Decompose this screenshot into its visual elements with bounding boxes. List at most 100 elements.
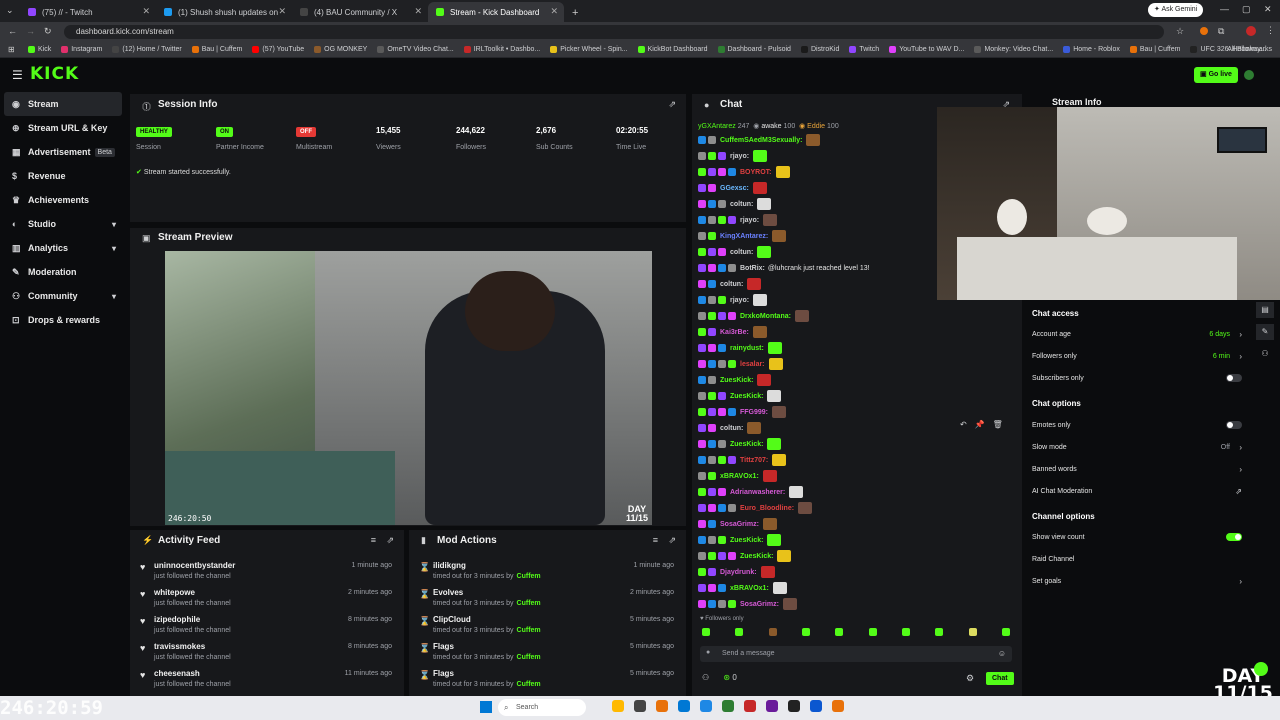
ask-gemini-button[interactable]: ✦ Ask Gemini — [1148, 3, 1204, 17]
browser-tab[interactable]: (75) // - Twitch ✕ — [20, 2, 156, 22]
popout-icon[interactable]: ⇗ — [668, 535, 676, 546]
users-icon[interactable]: ⚇ — [702, 673, 709, 682]
moderator-name[interactable]: Cuffem — [517, 573, 541, 580]
followers-only-row[interactable]: Followers only 6 min › — [1032, 348, 1242, 364]
mod-action-item[interactable]: ⌛ ilidikgng timed out for 3 minutes by Cuff… — [409, 558, 686, 585]
filter-icon[interactable]: ≡ — [653, 535, 658, 545]
mod-target-username[interactable]: Evolves — [433, 588, 463, 597]
activity-username[interactable]: uninnocentbystander — [154, 561, 235, 570]
address-bar[interactable]: dashboard.kick.com/stream — [64, 25, 1164, 39]
bookmark-item[interactable]: Bau | Cuffem — [191, 46, 242, 53]
show-view-count-row[interactable]: Show view count — [1032, 529, 1242, 545]
chat-message[interactable]: CuffemSAedM3Sexually: — [698, 132, 821, 148]
chat-username[interactable]: CuffemSAedM3Sexually: — [720, 137, 802, 144]
chat-message[interactable]: rainydust: — [698, 340, 782, 356]
chat-message[interactable]: ZuesKick: — [698, 532, 782, 548]
emote-icon[interactable] — [935, 628, 944, 636]
bookmark-item[interactable]: Monkey: Video Chat... — [974, 46, 1053, 53]
bookmark-item[interactable]: Twitch — [849, 46, 879, 53]
chat-username[interactable]: xBRAVOx1: — [720, 473, 759, 480]
close-window-icon[interactable]: ✕ — [1264, 4, 1272, 15]
chat-message[interactable]: SosaGrimz: — [698, 596, 797, 612]
taskbar-app-icon[interactable] — [788, 700, 800, 712]
go-live-button[interactable]: ▣ Go live — [1194, 67, 1238, 83]
activity-item[interactable]: ♥ cheesenash just followed the channel 11 m… — [130, 666, 404, 693]
activity-item[interactable]: ♥ izipedophile just followed the channel 8 … — [130, 612, 404, 639]
moderator-name[interactable]: Cuffem — [517, 627, 541, 634]
show-view-count-toggle[interactable] — [1226, 533, 1242, 541]
chat-message[interactable]: rjayo: — [698, 292, 768, 308]
activity-username[interactable]: izipedophile — [154, 615, 200, 624]
emotes-only-row[interactable]: Emotes only — [1032, 417, 1242, 433]
bookmark-item[interactable]: Instagram — [61, 46, 102, 53]
emoji-picker-icon[interactable]: ☺ — [998, 649, 1006, 658]
browser-tab[interactable]: (1) Shush shush updates on ✕ — [156, 2, 292, 22]
emote-icon[interactable] — [835, 628, 844, 636]
stream-video[interactable]: 246:20:50 DAY 11/15 — [165, 251, 652, 525]
mod-target-username[interactable]: Flags — [433, 642, 454, 651]
chat-message[interactable]: Kai3rBe: — [698, 324, 767, 340]
moderator-name[interactable]: Cuffem — [517, 681, 541, 688]
sidebar-item-moderation[interactable]: ✎ Moderation — [0, 260, 126, 284]
chat-message[interactable]: ZuesKick: — [698, 548, 792, 564]
bookmark-item[interactable]: YouTube to WAV D... — [889, 46, 964, 53]
chat-message[interactable]: coltun: — [698, 244, 772, 260]
wrench-rail-icon[interactable]: ✎ — [1256, 324, 1274, 340]
browser-menu-icon[interactable]: ⋮ — [1266, 25, 1275, 36]
taskbar-search[interactable]: ⌕ Search — [498, 699, 586, 716]
emotes-only-toggle[interactable] — [1226, 421, 1242, 429]
chat-input-box[interactable]: ● Send a message ☺ — [700, 646, 1012, 662]
sidebar-item-stream-url-key[interactable]: ⊕ Stream URL & Key — [0, 116, 126, 140]
sidebar-item-advertisement[interactable]: ▦ Advertisement Beta — [0, 140, 126, 164]
chat-message[interactable]: SosaGrimz: — [698, 516, 777, 532]
taskbar-app-icon[interactable] — [766, 700, 778, 712]
taskbar-app-icon[interactable] — [612, 700, 624, 712]
bookmark-item[interactable]: Picker Wheel - Spin... — [550, 46, 628, 53]
bookmark-item[interactable]: (57) YouTube — [252, 46, 304, 53]
pinned-user-name[interactable]: awake — [761, 123, 781, 130]
windows-start-icon[interactable] — [480, 701, 492, 713]
activity-username[interactable]: travissmokes — [154, 642, 205, 651]
back-icon[interactable]: ← — [8, 26, 17, 36]
chat-input-placeholder[interactable]: Send a message — [722, 650, 775, 657]
activity-username[interactable]: cheesenash — [154, 669, 200, 678]
chat-username[interactable]: BOYROT: — [740, 169, 772, 176]
forward-icon[interactable]: → — [26, 26, 35, 36]
chat-message[interactable]: FFG999: — [698, 404, 787, 420]
chat-username[interactable]: SosaGrimz: — [740, 601, 779, 608]
chat-message[interactable]: xBRAVOx1: — [698, 580, 787, 596]
bookmark-item[interactable]: OG MONKEY — [314, 46, 367, 53]
chat-username[interactable]: ZuesKick: — [730, 441, 763, 448]
taskbar-app-icon[interactable] — [634, 700, 646, 712]
chat-message[interactable]: Tittz707: — [698, 452, 787, 468]
chat-username[interactable]: coltun: — [720, 425, 743, 432]
bookmark-item[interactable]: KickBot Dashboard — [637, 46, 708, 53]
popout-icon[interactable]: ⇗ — [668, 99, 676, 110]
bookmark-item[interactable]: OmeTV Video Chat... — [377, 46, 454, 53]
sidebar-item-studio[interactable]: ◐ Studio ▾ — [0, 212, 126, 236]
emote-icon[interactable] — [868, 628, 877, 636]
chat-message[interactable]: Adrianwasherer: — [698, 484, 804, 500]
emote-icon[interactable] — [1001, 628, 1010, 636]
chat-username[interactable]: rjayo: — [730, 153, 749, 160]
chat-username[interactable]: ZuesKick: — [740, 553, 773, 560]
chat-username[interactable]: rainydust: — [730, 345, 764, 352]
filter-icon[interactable]: ≡ — [371, 535, 376, 545]
chat-message[interactable]: coltun: — [698, 196, 772, 212]
chat-message[interactable]: BotRix: @luhcrank just reached level 13! — [698, 260, 870, 276]
mod-target-username[interactable]: ilidikgng — [433, 561, 466, 570]
bookmark-item[interactable]: Bau | Cuffem — [1129, 46, 1180, 53]
chat-message[interactable]: xBRAVOx1: — [698, 468, 777, 484]
chat-username[interactable]: ZuesKick: — [720, 377, 753, 384]
apps-grid-icon[interactable]: ⊞ — [8, 45, 15, 54]
mod-target-username[interactable]: ClipCloud — [433, 615, 471, 624]
bookmark-item[interactable]: IRLToolkit • Dashbo... — [463, 46, 540, 53]
pinned-user-name[interactable]: yGXAntarez — [698, 123, 736, 130]
slow-mode-row[interactable]: Slow mode Off › — [1032, 439, 1242, 455]
chat-message[interactable]: ZuesKick: — [698, 372, 772, 388]
close-tab-icon[interactable]: ✕ — [142, 6, 150, 17]
user-avatar[interactable] — [1244, 70, 1254, 80]
emote-icon[interactable] — [702, 628, 710, 636]
emote-icon[interactable] — [968, 628, 977, 636]
sidebar-item-stream[interactable]: ◉ Stream — [4, 92, 122, 116]
